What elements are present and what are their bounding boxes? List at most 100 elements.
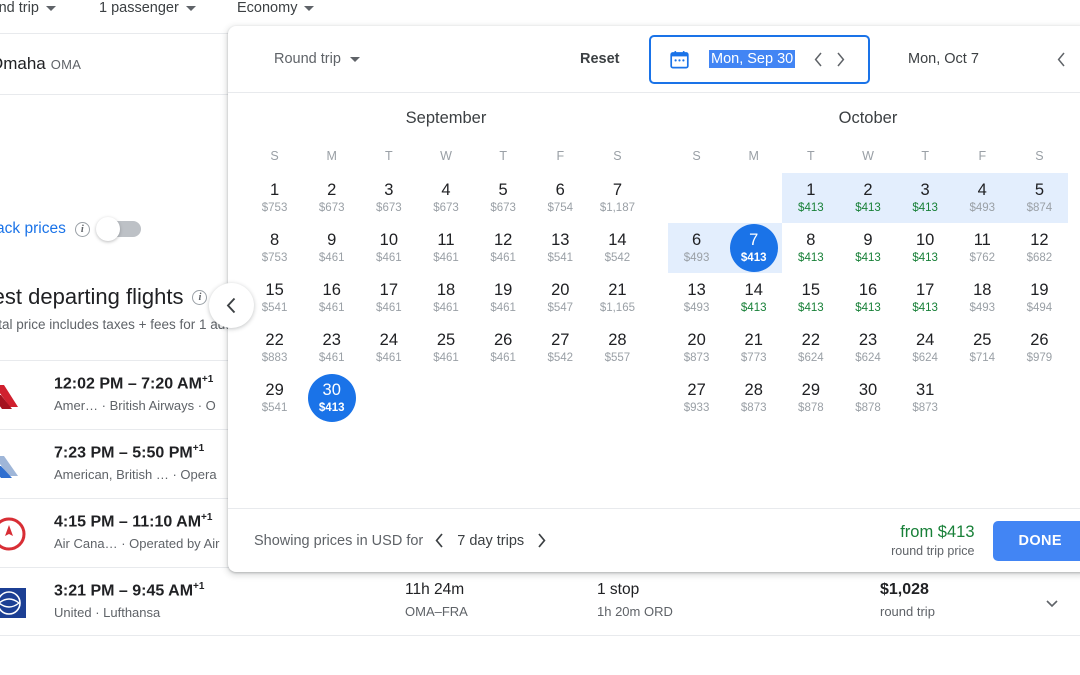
calendar-day-october-25[interactable]: 25$714: [954, 323, 1011, 373]
calendar-day-september-12[interactable]: 12$461: [475, 223, 532, 273]
info-icon[interactable]: i: [75, 222, 90, 237]
calendar-day-september-13[interactable]: 13$541: [532, 223, 589, 273]
caret-down-icon: [304, 6, 314, 11]
cabin-class-dropdown[interactable]: Economy: [237, 0, 314, 16]
calendar-day-october-11[interactable]: 11$762: [954, 223, 1011, 273]
departure-date-field[interactable]: Mon, Sep 30: [649, 35, 870, 84]
calendar-day-october-15[interactable]: 15$413: [782, 273, 839, 323]
calendar-day-october-23[interactable]: 23$624: [839, 323, 896, 373]
info-icon[interactable]: i: [192, 290, 207, 305]
calendar-day-september-5[interactable]: 5$673: [475, 173, 532, 223]
chevron-left-icon[interactable]: [1057, 52, 1066, 67]
calendar-day-september-29[interactable]: 29$541: [246, 373, 303, 423]
calendar-day-september-30[interactable]: 30$413: [303, 373, 360, 423]
calendar-day-september-10[interactable]: 10$461: [360, 223, 417, 273]
calendar-day-september-2[interactable]: 2$673: [303, 173, 360, 223]
weekday-label-0: S: [246, 149, 303, 173]
calendar-day-october-19[interactable]: 19$494: [1011, 273, 1068, 323]
trip-type-dropdown[interactable]: Round trip: [0, 0, 56, 16]
calendar-day-october-6[interactable]: 6$493: [668, 223, 725, 273]
calendar-day-october-5[interactable]: 5$874: [1011, 173, 1068, 223]
calendar-day-september-4[interactable]: 4$673: [417, 173, 474, 223]
calendar-day-october-30[interactable]: 30$878: [839, 373, 896, 423]
calendar-day-october-12[interactable]: 12$682: [1011, 223, 1068, 273]
departure-date-value[interactable]: Mon, Sep 30: [709, 50, 795, 68]
calendar-day-september-16[interactable]: 16$461: [303, 273, 360, 323]
calendar-day-september-7[interactable]: 7$1,187: [589, 173, 646, 223]
calendar-day-october-18[interactable]: 18$493: [954, 273, 1011, 323]
calendar-day-october-14[interactable]: 14$413: [725, 273, 782, 323]
lowest-price-block: from $413 round trip price: [891, 523, 974, 558]
calendar-day-september-14[interactable]: 14$542: [589, 223, 646, 273]
calendar-day-october-20[interactable]: 20$873: [668, 323, 725, 373]
day-price: $461: [319, 351, 345, 366]
calendar-day-october-1[interactable]: 1$413: [782, 173, 839, 223]
american-airlines-logo: [0, 448, 26, 482]
day-price: $754: [547, 201, 573, 216]
calendar-day-october-13[interactable]: 13$493: [668, 273, 725, 323]
weekday-label-3: W: [839, 149, 896, 173]
calendar-day-september-1[interactable]: 1$753: [246, 173, 303, 223]
day-price: $541: [262, 301, 288, 316]
calendar-day-october-17[interactable]: 17$413: [897, 273, 954, 323]
calendar-day-october-16[interactable]: 16$413: [839, 273, 896, 323]
weekday-label-1: M: [725, 149, 782, 173]
carousel-prev-button[interactable]: [209, 283, 254, 328]
calendar-day-september-17[interactable]: 17$461: [360, 273, 417, 323]
caret-down-icon: [46, 6, 56, 11]
calendar-day-september-24[interactable]: 24$461: [360, 323, 417, 373]
calendar-day-september-25[interactable]: 25$461: [417, 323, 474, 373]
calendar-day-september-21[interactable]: 21$1,165: [589, 273, 646, 323]
return-date-field[interactable]: Mon, Oct 7: [878, 35, 1080, 84]
calendar-day-october-27[interactable]: 27$933: [668, 373, 725, 423]
calendar-day-october-22[interactable]: 22$624: [782, 323, 839, 373]
calendar-day-september-15[interactable]: 15$541: [246, 273, 303, 323]
done-button[interactable]: DONE: [993, 521, 1080, 561]
calendar-day-september-28[interactable]: 28$557: [589, 323, 646, 373]
calendar-day-september-26[interactable]: 26$461: [475, 323, 532, 373]
reset-button[interactable]: Reset: [580, 51, 620, 67]
calendar-day-september-23[interactable]: 23$461: [303, 323, 360, 373]
origin-field[interactable]: OmahaOMA: [0, 54, 81, 74]
calendar-day-september-9[interactable]: 9$461: [303, 223, 360, 273]
lowest-price: from $413: [891, 523, 974, 542]
field-underline: [707, 82, 817, 84]
calendar-day-october-2[interactable]: 2$413: [839, 173, 896, 223]
chevron-right-icon[interactable]: [836, 52, 845, 67]
calendar-day-september-6[interactable]: 6$754: [532, 173, 589, 223]
track-prices-toggle[interactable]: [99, 221, 141, 237]
calendar-day-october-26[interactable]: 26$979: [1011, 323, 1068, 373]
calendar-day-september-19[interactable]: 19$461: [475, 273, 532, 323]
calendar-day-october-29[interactable]: 29$878: [782, 373, 839, 423]
day-number: 11: [437, 231, 454, 250]
day-price: $624: [912, 351, 938, 366]
table-row[interactable]: 3:21 PM – 9:45 AM+1 United · Lufthansa 1…: [0, 567, 1080, 636]
passengers-dropdown[interactable]: 1 passenger: [99, 0, 196, 16]
trip-type-select[interactable]: Round trip: [274, 51, 360, 67]
calendar-day-october-7[interactable]: 7$413: [725, 223, 782, 273]
calendar-day-october-10[interactable]: 10$413: [897, 223, 954, 273]
calendar-day-september-11[interactable]: 11$461: [417, 223, 474, 273]
track-prices-label[interactable]: Track prices: [0, 220, 66, 238]
chevron-down-icon[interactable]: [1045, 596, 1059, 610]
calendar-day-september-3[interactable]: 3$673: [360, 173, 417, 223]
calendar-day-september-20[interactable]: 20$547: [532, 273, 589, 323]
calendar-day-september-8[interactable]: 8$753: [246, 223, 303, 273]
calendar-day-october-3[interactable]: 3$413: [897, 173, 954, 223]
calendar-day-october-9[interactable]: 9$413: [839, 223, 896, 273]
calendar-day-september-22[interactable]: 22$883: [246, 323, 303, 373]
flight-price-block: $1,028 round trip: [880, 581, 935, 619]
calendar-day-october-28[interactable]: 28$873: [725, 373, 782, 423]
return-date-value[interactable]: Mon, Oct 7: [908, 51, 979, 67]
calendar-day-october-21[interactable]: 21$773: [725, 323, 782, 373]
chevron-left-icon[interactable]: [814, 52, 823, 67]
calendar-day-october-4[interactable]: 4$493: [954, 173, 1011, 223]
calendar-day-october-24[interactable]: 24$624: [897, 323, 954, 373]
chevron-right-icon[interactable]: [537, 533, 546, 548]
calendar-day-september-18[interactable]: 18$461: [417, 273, 474, 323]
day-price: $461: [319, 251, 345, 266]
calendar-day-october-31[interactable]: 31$873: [897, 373, 954, 423]
calendar-day-september-27[interactable]: 27$542: [532, 323, 589, 373]
calendar-day-october-8[interactable]: 8$413: [782, 223, 839, 273]
chevron-left-icon[interactable]: [435, 533, 444, 548]
